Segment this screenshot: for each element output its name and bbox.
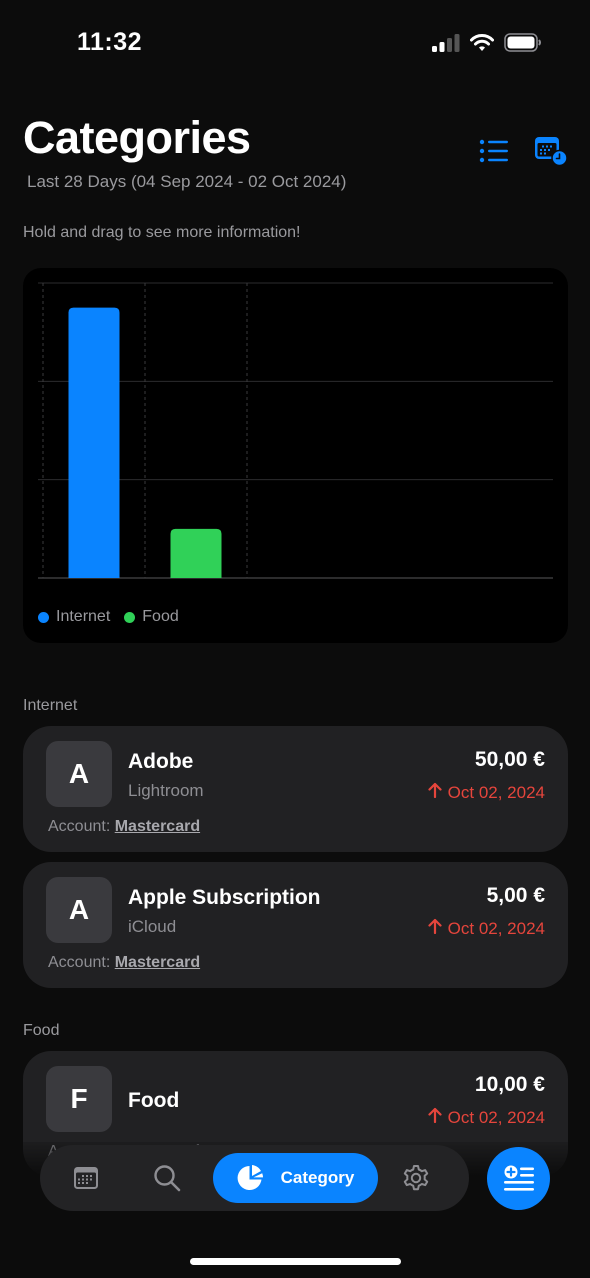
account-label: Account: [48, 818, 111, 835]
status-time: 11:32 [77, 28, 143, 56]
tab-settings[interactable] [395, 1145, 437, 1211]
status-icons [432, 33, 542, 52]
section-label: Food [23, 1022, 60, 1039]
up-arrow-icon [428, 782, 442, 803]
list-view-button[interactable] [477, 134, 511, 168]
transaction-amount: 5,00 € [486, 884, 545, 907]
chart-hint: Hold and drag to see more information! [23, 224, 301, 241]
transaction-date: Oct 02, 2024 [428, 1107, 545, 1128]
transaction-date-text: Oct 02, 2024 [447, 782, 545, 802]
chart-bar-food[interactable] [170, 528, 222, 578]
legend-swatch [124, 611, 136, 623]
transaction-date-text: Oct 02, 2024 [447, 918, 545, 938]
home-indicator [190, 1258, 401, 1265]
transaction-name: Apple Subscription [128, 886, 321, 909]
add-list-icon [503, 1165, 534, 1191]
battery-icon [504, 33, 541, 52]
cellular-signal-icon [432, 33, 460, 52]
calendar-icon [74, 1167, 98, 1189]
date-range-button[interactable] [534, 134, 568, 168]
transaction-avatar: F [46, 1066, 112, 1132]
section-label: Internet [23, 697, 78, 714]
transaction-name: Food [128, 1089, 180, 1112]
pie-chart-icon [237, 1165, 263, 1190]
chart-legend: Internet Food [38, 608, 179, 626]
gear-icon [403, 1165, 429, 1191]
transaction-account: Account: Mastercard [48, 818, 200, 836]
transaction-amount: 50,00 € [474, 748, 545, 771]
account-link[interactable]: Mastercard [115, 818, 200, 835]
date-range-subtitle: Last 28 Days (04 Sep 2024 - 02 Oct 2024) [27, 172, 347, 191]
add-transaction-button[interactable] [487, 1147, 550, 1210]
list-icon [479, 139, 508, 163]
legend-label: Internet [56, 608, 111, 625]
legend-item: Food [124, 608, 179, 626]
transaction-card[interactable]: A Adobe Lightroom 50,00 € Oct 02, 2024 A… [23, 726, 568, 852]
tab-calendar[interactable] [65, 1145, 107, 1211]
search-icon [154, 1165, 181, 1192]
account-label: Account: [48, 954, 111, 971]
tab-category-label: Category [280, 1168, 355, 1187]
chart-plot[interactable] [23, 268, 568, 598]
transaction-date: Oct 02, 2024 [428, 918, 545, 939]
legend-swatch [38, 611, 49, 623]
tab-bar: Category [40, 1145, 469, 1211]
account-link[interactable]: Mastercard [115, 954, 200, 971]
transaction-card[interactable]: A Apple Subscription iCloud 5,00 € Oct 0… [23, 862, 568, 988]
transaction-amount: 10,00 € [474, 1073, 545, 1096]
up-arrow-icon [428, 1107, 442, 1128]
calendar-clock-icon [535, 137, 568, 166]
status-bar: 11:32 [0, 0, 590, 90]
transaction-subtitle: Lightroom [128, 781, 204, 800]
legend-item: Internet [38, 608, 110, 626]
transaction-date-text: Oct 02, 2024 [447, 1107, 545, 1127]
chart-bar-internet[interactable] [68, 307, 120, 578]
transaction-name: Adobe [128, 750, 194, 773]
tab-category[interactable]: Category [213, 1153, 378, 1203]
legend-label: Food [142, 608, 179, 625]
wifi-icon [470, 33, 494, 51]
tab-search[interactable] [146, 1145, 188, 1211]
transaction-account: Account: Mastercard [48, 954, 200, 972]
page-title: Categories [23, 112, 251, 163]
transaction-avatar: A [46, 877, 112, 943]
up-arrow-icon [428, 918, 442, 939]
transaction-subtitle: iCloud [128, 917, 177, 936]
transaction-avatar: A [46, 741, 112, 807]
transaction-date: Oct 02, 2024 [428, 782, 545, 803]
category-chart[interactable]: Internet Food [23, 268, 568, 643]
